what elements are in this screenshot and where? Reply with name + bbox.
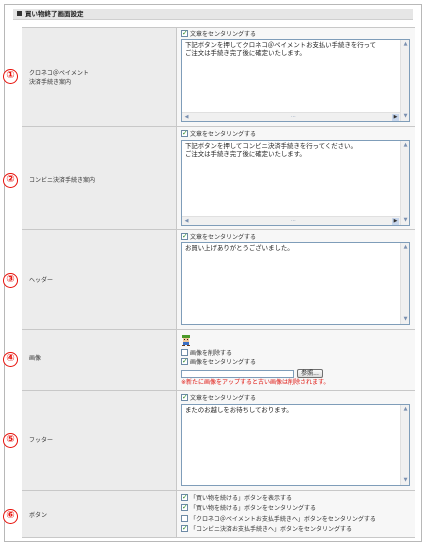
show-continue-shopping-option[interactable]: ✓ 「買い物を続ける」ボタンを表示する — [181, 494, 292, 503]
label-cell: ヘッダー — [22, 230, 177, 329]
label-cell: クロネコ＠ペイメント 決済手続き案内 — [22, 28, 177, 126]
center-kuroneko-button-option[interactable]: 「クロネコ＠ペイメントお支払手続きへ」ボタンをセンタリングする — [181, 515, 376, 524]
scroll-up-icon[interactable]: ▲ — [402, 142, 409, 149]
center-text-label: 文章をセンタリングする — [190, 31, 257, 38]
textarea-text: 下記ボタンを押してコンビニ決済手続きを行ってください。 ご注文は手続き完了後に確… — [185, 142, 357, 158]
center-text-option[interactable]: ✓ 文章をセンタリングする — [181, 130, 256, 139]
row-header: ③ ヘッダー ✓ 文章をセンタリングする お買い上げありがとうございました。 ▲ ▼ — [3, 229, 415, 329]
scroll-up-icon[interactable]: ▲ — [402, 244, 409, 251]
center-text-option[interactable]: ✓ 文章をセンタリングする — [181, 233, 256, 242]
row-label: コンビニ決済手続き案内 — [29, 177, 96, 184]
scroll-left-icon[interactable]: ◀ — [183, 218, 190, 225]
center-text-option[interactable]: ✓ 文章をセンタリングする — [181, 30, 256, 39]
vertical-scrollbar[interactable]: ▲ ▼ — [400, 40, 409, 121]
center-continue-shopping-option[interactable]: ✓ 「買い物を続ける」ボタンをセンタリングする — [181, 504, 316, 513]
content-cell: 画像を削除する ✓ 画像をセンタリングする 参照... ※新たに画像をアップすると… — [177, 330, 415, 390]
label-cell: コンビニ決済手続き案内 — [22, 127, 177, 229]
scroll-grip-icon: ⋯ — [291, 114, 296, 120]
scroll-down-icon[interactable]: ▼ — [402, 113, 409, 120]
label-cell: フッター — [22, 391, 177, 490]
image-file-input[interactable] — [181, 370, 294, 378]
center-continue-shopping-checkbox[interactable]: ✓ — [181, 504, 188, 511]
convenience-guide-textarea[interactable]: 下記ボタンを押してコンビニ決済手続きを行ってください。 ご注文は手続き完了後に確… — [181, 140, 410, 226]
center-text-checkbox[interactable]: ✓ — [181, 394, 188, 401]
label-cell: ボタン — [22, 491, 177, 537]
option-label: 「買い物を続ける」ボタンをセンタリングする — [190, 505, 317, 512]
option-label: 「クロネコ＠ペイメントお支払手続きへ」ボタンをセンタリングする — [190, 516, 376, 523]
content-cell: ✓ 文章をセンタリングする 下記ボタンを押してコンビニ決済手続きを行ってください。… — [177, 127, 415, 229]
row-label: ヘッダー — [29, 277, 54, 284]
delete-image-label: 画像を削除する — [190, 350, 233, 357]
row-number-3: ③ — [3, 273, 18, 288]
horizontal-scrollbar[interactable]: ◀ ⋯ ▶ — [182, 112, 400, 121]
row-kuroneko-guide: ① クロネコ＠ペイメント 決済手続き案内 ✓ 文章をセンタリングする 下記ボタンを… — [3, 27, 415, 126]
delete-image-option[interactable]: 画像を削除する — [181, 349, 232, 358]
row-label: ボタン — [29, 512, 48, 519]
kuroneko-guide-textarea[interactable]: 下記ボタンを押してクロネコ＠ペイメントお支払い手続きを行って ご注文は手続き完了… — [181, 39, 410, 122]
character-thumbnail-icon — [182, 335, 190, 346]
horizontal-scrollbar[interactable]: ◀ ⋯ ▶ — [182, 216, 400, 225]
scroll-down-icon[interactable]: ▼ — [402, 477, 409, 484]
section-header: 買い物終了画面設定 — [13, 9, 413, 20]
row-label: クロネコ＠ペイメント 決済手続き案内 — [29, 70, 89, 86]
scroll-left-icon[interactable]: ◀ — [183, 114, 190, 121]
row-number-6: ⑥ — [3, 509, 18, 524]
scroll-down-icon[interactable]: ▼ — [402, 217, 409, 224]
center-text-label: 文章をセンタリングする — [190, 234, 257, 241]
row-label: 画像 — [29, 355, 42, 362]
center-text-label: 文章をセンタリングする — [190, 131, 257, 138]
center-image-option[interactable]: ✓ 画像をセンタリングする — [181, 358, 256, 367]
header-textarea[interactable]: お買い上げありがとうございました。 ▲ ▼ — [181, 242, 410, 325]
textarea-text: お買い上げありがとうございました。 — [185, 244, 294, 252]
row-number-5: ⑤ — [3, 433, 18, 448]
row-number-4: ④ — [3, 352, 18, 367]
row-number-1: ① — [3, 69, 18, 84]
row-buttons: ⑥ ボタン ✓ 「買い物を続ける」ボタンを表示する ✓ 「買い物を続ける」ボタンをセ… — [3, 490, 415, 538]
scroll-right-icon[interactable]: ▶ — [392, 114, 399, 121]
scroll-up-icon[interactable]: ▲ — [402, 41, 409, 48]
delete-image-checkbox[interactable] — [181, 349, 188, 356]
content-cell: ✓ 文章をセンタリングする お買い上げありがとうございました。 ▲ ▼ — [177, 230, 415, 329]
label-cell: 画像 — [22, 330, 177, 390]
textarea-text: 下記ボタンを押してクロネコ＠ペイメントお支払い手続きを行って ご注文は手続き完了… — [185, 41, 377, 57]
scroll-right-icon[interactable]: ▶ — [392, 218, 399, 225]
center-image-checkbox[interactable]: ✓ — [181, 358, 188, 365]
option-label: 「買い物を続ける」ボタンを表示する — [190, 495, 293, 502]
scroll-down-icon[interactable]: ▼ — [402, 316, 409, 323]
center-text-checkbox[interactable]: ✓ — [181, 30, 188, 37]
vertical-scrollbar[interactable]: ▲ ▼ — [400, 141, 409, 225]
image-warning-text: ※新たに画像をアップすると古い画像は削除されます。 — [181, 379, 330, 386]
section-title: 買い物終了画面設定 — [25, 10, 84, 18]
option-label: 「コンビニ決済お支払手続きへ」ボタンをセンタリングする — [190, 526, 353, 533]
row-image: ④ 画像 画像を削除する ✓ 画像をセンタリングする 参照... ※新たに画像をア… — [3, 329, 415, 390]
footer-textarea[interactable]: またのお越しをお待ちしております。 ▲ ▼ — [181, 404, 410, 486]
center-text-checkbox[interactable]: ✓ — [181, 130, 188, 137]
center-kuroneko-button-checkbox[interactable] — [181, 515, 188, 522]
scroll-grip-icon: ⋯ — [291, 218, 296, 224]
center-convenience-button-option[interactable]: ✓ 「コンビニ決済お支払手続きへ」ボタンをセンタリングする — [181, 525, 352, 534]
center-text-checkbox[interactable]: ✓ — [181, 233, 188, 240]
row-label: フッター — [29, 437, 54, 444]
scroll-up-icon[interactable]: ▲ — [402, 406, 409, 413]
center-image-label: 画像をセンタリングする — [190, 359, 257, 366]
content-cell: ✓ 文章をセンタリングする 下記ボタンを押してクロネコ＠ペイメントお支払い手続きを… — [177, 28, 415, 126]
vertical-scrollbar[interactable]: ▲ ▼ — [400, 405, 409, 485]
content-cell: ✓ 文章をセンタリングする またのお越しをお待ちしております。 ▲ ▼ — [177, 391, 415, 490]
browse-button[interactable]: 参照... — [297, 369, 323, 378]
row-convenience-guide: ② コンビニ決済手続き案内 ✓ 文章をセンタリングする 下記ボタンを押してコンビニ… — [3, 126, 415, 229]
center-text-option[interactable]: ✓ 文章をセンタリングする — [181, 394, 256, 403]
textarea-text: またのお越しをお待ちしております。 — [185, 406, 293, 414]
row-footer: ⑤ フッター ✓ 文章をセンタリングする またのお越しをお待ちしております。 ▲ ▼ — [3, 390, 415, 490]
row-number-2: ② — [3, 173, 18, 188]
center-text-label: 文章をセンタリングする — [190, 395, 257, 402]
content-cell: ✓ 「買い物を続ける」ボタンを表示する ✓ 「買い物を続ける」ボタンをセンタリングす… — [177, 491, 415, 537]
square-bullet-icon — [17, 10, 22, 16]
center-convenience-button-checkbox[interactable]: ✓ — [181, 525, 188, 532]
show-continue-shopping-checkbox[interactable]: ✓ — [181, 494, 188, 501]
vertical-scrollbar[interactable]: ▲ ▼ — [400, 243, 409, 324]
